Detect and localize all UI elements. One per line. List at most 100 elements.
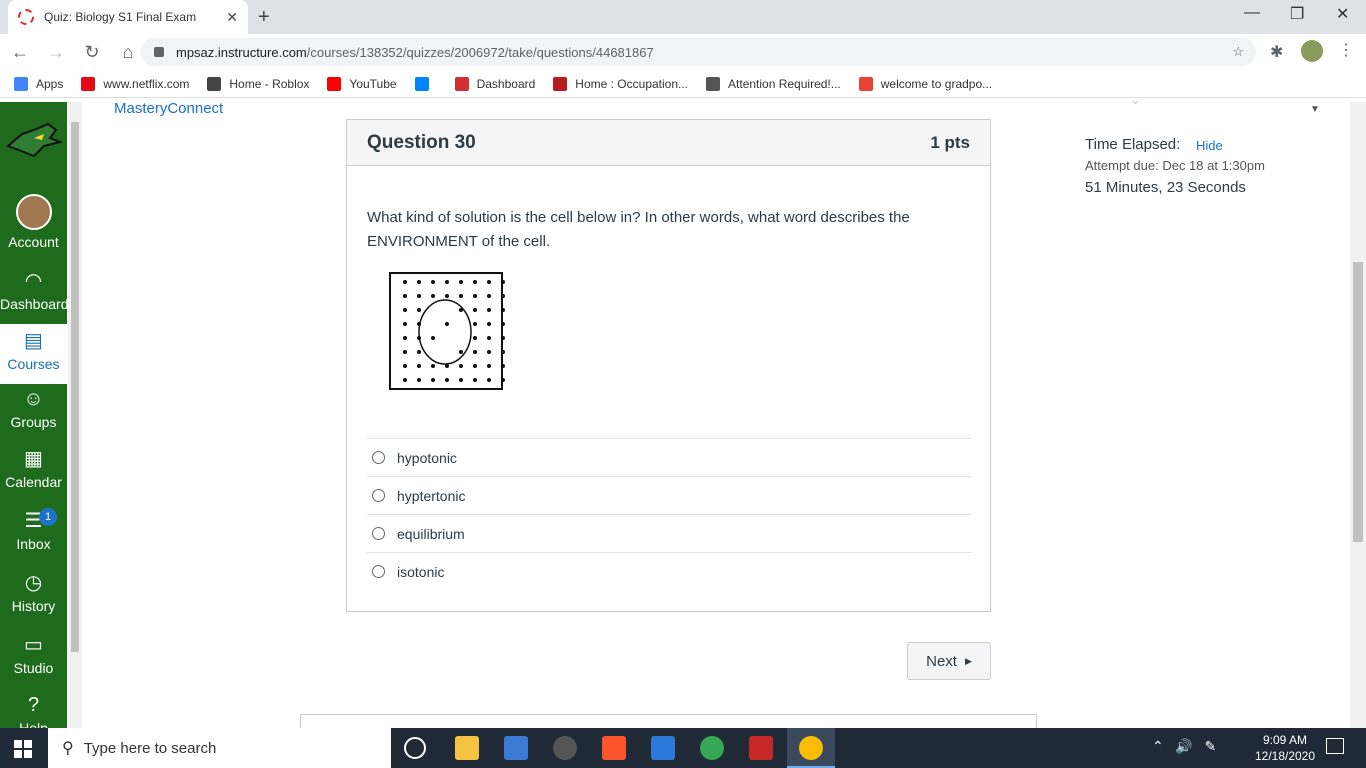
browser-menu-icon[interactable]: ⋮ bbox=[1338, 40, 1354, 60]
question-card: Question 30 1 pts What kind of solution … bbox=[346, 119, 991, 612]
bookmark-item[interactable] bbox=[414, 76, 437, 91]
brave-icon[interactable] bbox=[602, 736, 626, 760]
windows-start-icon[interactable] bbox=[14, 740, 32, 758]
nav-dashboard[interactable]: ◠ Dashboard bbox=[0, 268, 69, 312]
groups-icon: ☺ bbox=[23, 388, 44, 410]
nav-calendar[interactable]: ▦ Calendar bbox=[0, 446, 67, 490]
bookmark-item[interactable]: YouTube bbox=[327, 76, 397, 91]
url-path: /courses/138352/quizzes/2006972/take/que… bbox=[306, 44, 654, 60]
lock-icon[interactable] bbox=[154, 47, 164, 57]
history-icon: ◷ bbox=[24, 572, 43, 594]
radio-button[interactable] bbox=[372, 489, 385, 502]
nav-groups[interactable]: ☺ Groups bbox=[0, 386, 67, 430]
question-points: 1 pts bbox=[930, 132, 970, 152]
inbox-icon: ☰ bbox=[24, 510, 43, 532]
nav-account-label: Account bbox=[8, 234, 59, 250]
cortana-icon[interactable] bbox=[404, 737, 426, 759]
answer-label: hyptertonic bbox=[397, 487, 466, 504]
calendar-icon: ▦ bbox=[24, 448, 43, 470]
forward-icon[interactable]: → bbox=[40, 42, 72, 63]
taskbar-search[interactable]: ⚲ Type here to search bbox=[48, 728, 391, 768]
minimize-icon[interactable]: — bbox=[1244, 4, 1260, 22]
studio-icon: ▭ bbox=[24, 634, 43, 656]
courses-icon: ▤ bbox=[24, 330, 43, 352]
timer-label: Time Elapsed: bbox=[1085, 136, 1181, 153]
mail-icon[interactable] bbox=[651, 736, 675, 760]
nav-history-label: History bbox=[11, 598, 56, 614]
taskbar-clock[interactable]: 9:09 AM 12/18/2020 bbox=[1250, 732, 1320, 764]
browser-toolbar: ← → ↻ ⌂ mpsaz.instructure.com/courses/13… bbox=[0, 34, 1366, 70]
nav-inbox[interactable]: ☰ 1 Inbox bbox=[0, 508, 67, 552]
bookmark-item[interactable]: www.netflix.com bbox=[81, 76, 190, 91]
nav-groups-label: Groups bbox=[10, 414, 57, 430]
chrome-active-window[interactable] bbox=[787, 728, 835, 768]
file-explorer-icon[interactable] bbox=[455, 736, 479, 760]
radio-button[interactable] bbox=[372, 451, 385, 464]
nav-studio-label: Studio bbox=[13, 660, 54, 676]
address-bar[interactable]: mpsaz.instructure.com/courses/138352/qui… bbox=[140, 38, 1256, 66]
nav-courses[interactable]: ▤ Courses bbox=[0, 324, 67, 384]
media-icon[interactable] bbox=[553, 736, 577, 760]
tab-title: Quiz: Biology S1 Final Exam bbox=[44, 10, 197, 24]
bookmark-item[interactable]: Attention Required!... bbox=[706, 76, 841, 91]
course-nav-scroll-thumb[interactable] bbox=[71, 122, 79, 652]
course-nav-scrollbar[interactable] bbox=[68, 102, 82, 728]
bookmarks-bar: Apps www.netflix.com Home - Roblox YouTube D… bbox=[0, 70, 1366, 98]
back-icon[interactable]: ← bbox=[4, 42, 36, 63]
system-tray-icons[interactable]: ⌃ 🔊 ✎ bbox=[1152, 738, 1216, 755]
bookmark-star-icon[interactable]: ☆ bbox=[1232, 44, 1244, 60]
restore-icon[interactable]: ❐ bbox=[1290, 4, 1304, 24]
bookmark-label: YouTube bbox=[349, 76, 397, 91]
among-us-icon[interactable] bbox=[749, 736, 773, 760]
nav-studio[interactable]: ▭ Studio bbox=[0, 632, 67, 676]
page-scroll-thumb[interactable] bbox=[1353, 262, 1363, 542]
bookmark-item[interactable]: welcome to gradpo... bbox=[858, 76, 992, 91]
avatar bbox=[15, 194, 52, 230]
bookmark-label: www.netflix.com bbox=[103, 76, 190, 91]
notifications-icon[interactable] bbox=[1326, 738, 1344, 754]
timer-hide-link[interactable]: Hide bbox=[1196, 138, 1223, 153]
window-close-icon[interactable]: ✕ bbox=[1336, 4, 1349, 24]
tab-close-icon[interactable]: ✕ bbox=[226, 9, 238, 26]
nav-calendar-label: Calendar bbox=[5, 474, 62, 490]
new-tab-icon[interactable]: + bbox=[258, 6, 270, 29]
answer-option[interactable]: isotonic bbox=[367, 552, 971, 590]
answer-option[interactable]: hyptertonic bbox=[367, 476, 971, 514]
page-scrollbar[interactable] bbox=[1350, 102, 1366, 728]
answer-option[interactable]: equilibrium bbox=[367, 514, 971, 552]
inbox-badge: 1 bbox=[39, 508, 57, 526]
next-button[interactable]: Next ▶ bbox=[907, 642, 991, 680]
question-header: Question 30 1 pts bbox=[347, 120, 990, 166]
globe-icon bbox=[706, 76, 721, 91]
bookmark-label: Attention Required!... bbox=[728, 76, 841, 91]
chrome-profile-icon bbox=[799, 736, 823, 760]
question-list-faded[interactable]: ⌄ bbox=[1130, 92, 1141, 108]
nav-account[interactable]: Account bbox=[0, 194, 67, 250]
answer-label: isotonic bbox=[397, 563, 445, 580]
bookmark-label: Home - Roblox bbox=[229, 76, 310, 91]
bookmark-item[interactable]: Dashboard bbox=[454, 76, 535, 91]
bookmark-item[interactable]: Home - Roblox bbox=[207, 76, 310, 91]
gmail-icon bbox=[858, 76, 873, 91]
netflix-icon bbox=[81, 76, 96, 91]
masteryconnect-link[interactable]: MasteryConnect bbox=[114, 100, 223, 117]
star-flag-icon bbox=[553, 76, 568, 91]
chrome-icon[interactable] bbox=[700, 736, 724, 760]
bookmark-item[interactable]: Apps bbox=[14, 76, 63, 91]
roblox-icon bbox=[207, 76, 222, 91]
browser-tab[interactable]: Quiz: Biology S1 Final Exam ✕ bbox=[8, 0, 248, 34]
answer-option[interactable]: hypotonic bbox=[367, 438, 971, 476]
reload-icon[interactable]: ↻ bbox=[76, 42, 108, 63]
bookmark-item[interactable]: Home : Occupation... bbox=[553, 76, 688, 91]
messenger-icon bbox=[414, 76, 429, 91]
store-icon[interactable] bbox=[504, 736, 528, 760]
profile-avatar[interactable] bbox=[1301, 40, 1323, 62]
extensions-icon[interactable]: ✱ bbox=[1270, 42, 1283, 62]
radio-button[interactable] bbox=[372, 565, 385, 578]
school-logo-icon[interactable] bbox=[4, 116, 62, 166]
question-list-caret-icon[interactable]: ▼ bbox=[1310, 104, 1320, 115]
browser-tabstrip: Quiz: Biology S1 Final Exam ✕ + — ❐ ✕ bbox=[0, 0, 1366, 34]
radio-button[interactable] bbox=[372, 527, 385, 540]
nav-history[interactable]: ◷ History bbox=[0, 570, 67, 614]
help-icon: ? bbox=[27, 694, 40, 716]
